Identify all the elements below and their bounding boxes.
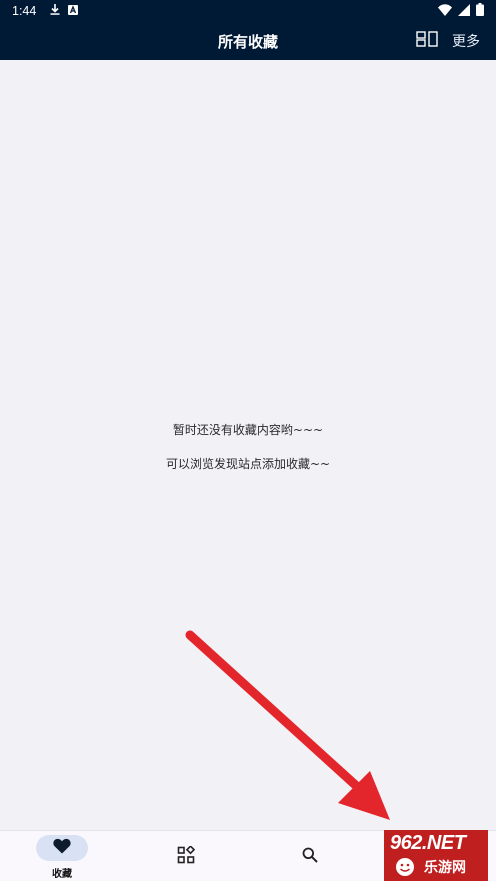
discover-grid-icon	[177, 845, 196, 868]
watermark-logo: 962.NET 乐游网	[384, 830, 488, 881]
battery-icon	[476, 3, 484, 19]
status-bar: 1:44	[0, 0, 496, 22]
layout-toggle-button[interactable]	[414, 30, 440, 52]
annotation-arrow	[185, 630, 390, 820]
empty-message-2: 可以浏览发现站点添加收藏~~	[165, 457, 331, 471]
layout-toggle-icon	[416, 31, 438, 51]
nav-favorites-label: 收藏	[52, 869, 72, 880]
nav-search[interactable]	[298, 846, 322, 868]
watermark-sub: 乐游网	[424, 860, 466, 876]
heart-icon	[53, 838, 71, 858]
a-icon	[68, 4, 79, 18]
status-time: 1:44	[12, 4, 37, 18]
signal-icon	[458, 3, 470, 19]
nav-discover[interactable]	[174, 845, 198, 868]
wifi-icon	[438, 3, 452, 19]
app-bar: 所有收藏 更多	[0, 22, 496, 60]
smiley-logo-icon	[392, 856, 418, 878]
empty-message-1: 暂时还没有收藏内容哟~~~	[172, 423, 324, 437]
search-icon	[302, 847, 318, 867]
nav-favorites[interactable]: 收藏	[30, 831, 94, 881]
watermark-brand: 962.NET	[390, 832, 466, 854]
download-icon	[50, 4, 60, 18]
more-button[interactable]: 更多	[452, 22, 480, 60]
nav-favorites-pill	[36, 835, 88, 861]
